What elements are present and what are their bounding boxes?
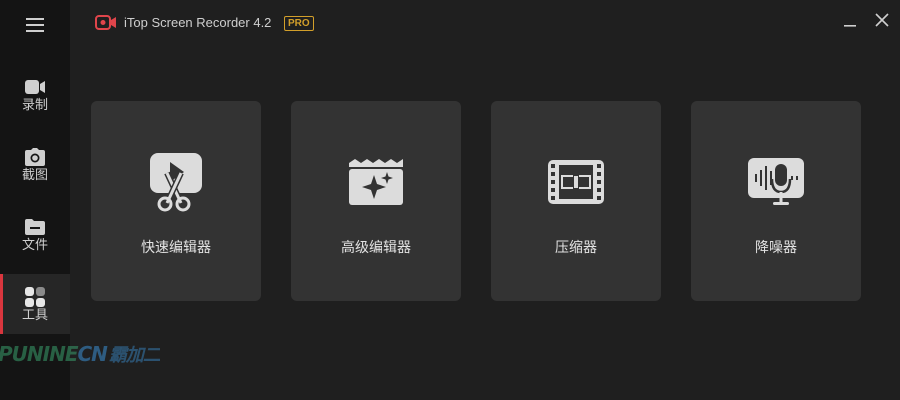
card-label: 快速编辑器: [141, 240, 211, 256]
noise-reducer-icon: [746, 151, 806, 213]
quick-editor-icon: [146, 151, 206, 213]
app-title: iTop Screen Recorder 4.2: [124, 15, 272, 30]
sidebar-item-label: 文件: [21, 237, 48, 253]
sidebar-item-record[interactable]: 录制: [0, 64, 70, 124]
camera-icon: [23, 146, 47, 168]
pro-badge: PRO: [284, 16, 314, 31]
compressor-card[interactable]: 压缩器: [491, 101, 661, 301]
card-label: 高级编辑器: [341, 240, 411, 256]
watermark-text: 霸加二: [108, 345, 160, 366]
grid-tools-icon: [23, 286, 47, 308]
advanced-editor-card[interactable]: 高级编辑器: [291, 101, 461, 301]
sidebar: 录制 截图 文件 工具: [0, 0, 70, 400]
hamburger-menu-icon[interactable]: [22, 14, 48, 36]
sidebar-item-files[interactable]: 文件: [0, 204, 70, 264]
watermark-text: CN: [77, 342, 107, 366]
card-label: 降噪器: [755, 240, 797, 256]
sidebar-item-label: 截图: [21, 167, 48, 183]
noise-reducer-card[interactable]: 降噪器: [691, 101, 861, 301]
folder-icon: [23, 216, 47, 238]
sidebar-item-tools[interactable]: 工具: [0, 274, 70, 334]
app-logo-icon: [95, 15, 117, 31]
compressor-icon: [546, 151, 606, 213]
quick-editor-card[interactable]: 快速编辑器: [91, 101, 261, 301]
sidebar-item-screenshot[interactable]: 截图: [0, 134, 70, 194]
minimize-icon[interactable]: [840, 10, 860, 30]
card-label: 压缩器: [555, 240, 597, 256]
video-camera-icon: [23, 76, 47, 98]
close-icon[interactable]: [872, 10, 892, 30]
sidebar-item-label: 录制: [21, 97, 48, 113]
advanced-editor-icon: [346, 151, 406, 213]
sidebar-item-label: 工具: [21, 307, 48, 323]
title-bar: iTop Screen Recorder 4.2 PRO: [70, 0, 900, 44]
